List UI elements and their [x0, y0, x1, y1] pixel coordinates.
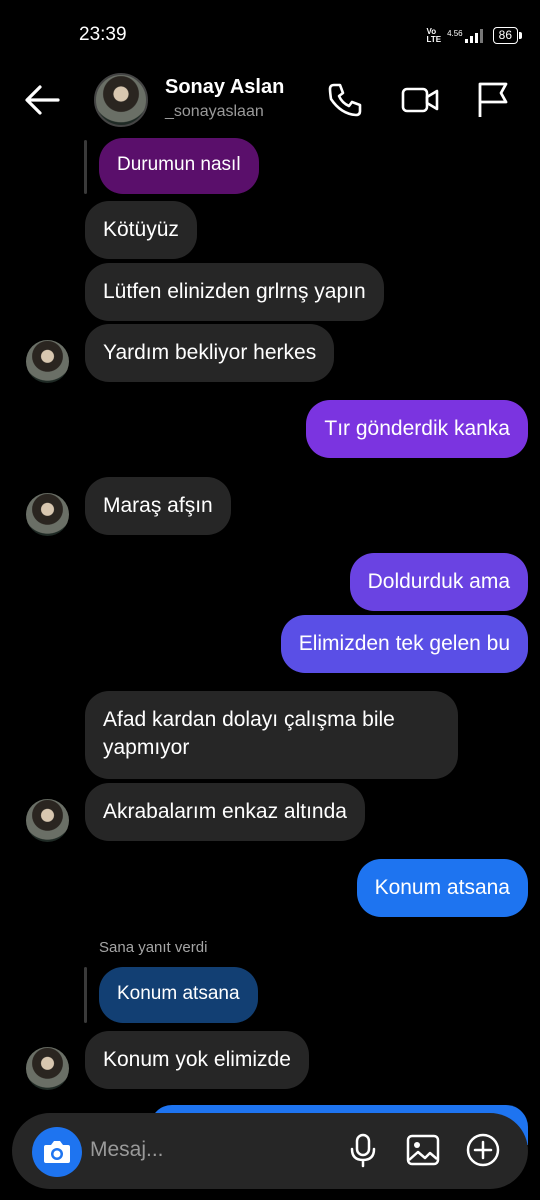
back-arrow-icon[interactable]	[22, 80, 62, 120]
received-message[interactable]: Yardım bekliyor herkes	[85, 324, 335, 382]
received-message[interactable]: Konum yok elimizde	[85, 1031, 309, 1089]
message-composer: Mesaj...	[12, 1113, 528, 1189]
sender-avatar[interactable]	[26, 1047, 69, 1090]
battery-icon: 86	[492, 27, 523, 44]
contact-name[interactable]: Sonay Aslan	[165, 76, 284, 99]
signal-icon: 4.56	[447, 28, 487, 43]
sent-message[interactable]: Konum atsana	[356, 859, 528, 917]
status-bar: 23:39 Vo LTE 4.56 86	[0, 0, 540, 70]
sender-avatar[interactable]	[26, 799, 69, 842]
received-message[interactable]: Maraş afşın	[85, 477, 231, 535]
phone-icon[interactable]	[325, 80, 365, 120]
sent-message[interactable]: Doldurduk ama	[349, 553, 528, 611]
reply-indicator-bar	[84, 140, 87, 194]
gallery-icon[interactable]	[405, 1132, 441, 1168]
message-input[interactable]: Mesaj...	[90, 1138, 164, 1162]
contact-username[interactable]: _sonayaslaan	[165, 103, 264, 121]
quoted-message[interactable]: Durumun nasıl	[99, 138, 259, 194]
flag-icon[interactable]	[473, 80, 513, 120]
received-message[interactable]: Kötüyüz	[85, 201, 197, 259]
sender-avatar[interactable]	[26, 340, 69, 383]
quoted-message[interactable]: Konum atsana	[99, 967, 258, 1023]
reply-indicator-bar	[84, 967, 87, 1023]
received-message[interactable]: Akrabalarım enkaz altında	[85, 783, 365, 841]
signal-bars-icon	[464, 28, 483, 43]
add-icon[interactable]	[465, 1132, 501, 1168]
video-call-icon[interactable]	[400, 80, 440, 120]
microphone-icon[interactable]	[345, 1132, 381, 1168]
received-message[interactable]: Afad kardan dolayı çalışma bile yapmıyor	[85, 691, 458, 779]
sent-message[interactable]: Elimizden tek gelen bu	[280, 615, 528, 673]
reply-label: Sana yanıt verdi	[99, 939, 208, 956]
status-icons: Vo LTE 4.56 86	[426, 26, 523, 44]
profile-avatar[interactable]	[94, 73, 148, 127]
camera-icon	[44, 1141, 70, 1163]
clock: 23:39	[79, 24, 127, 45]
chat-header: Sonay Aslan _sonayaslaan	[0, 70, 540, 132]
volte-icon: Vo LTE	[426, 26, 442, 44]
network-speed: 4.56	[447, 28, 463, 38]
camera-button[interactable]	[32, 1127, 82, 1177]
sent-message[interactable]: Tır gönderdik kanka	[306, 400, 528, 458]
received-message[interactable]: Lütfen elinizden grlrnş yapın	[85, 263, 384, 321]
sender-avatar[interactable]	[26, 493, 69, 536]
